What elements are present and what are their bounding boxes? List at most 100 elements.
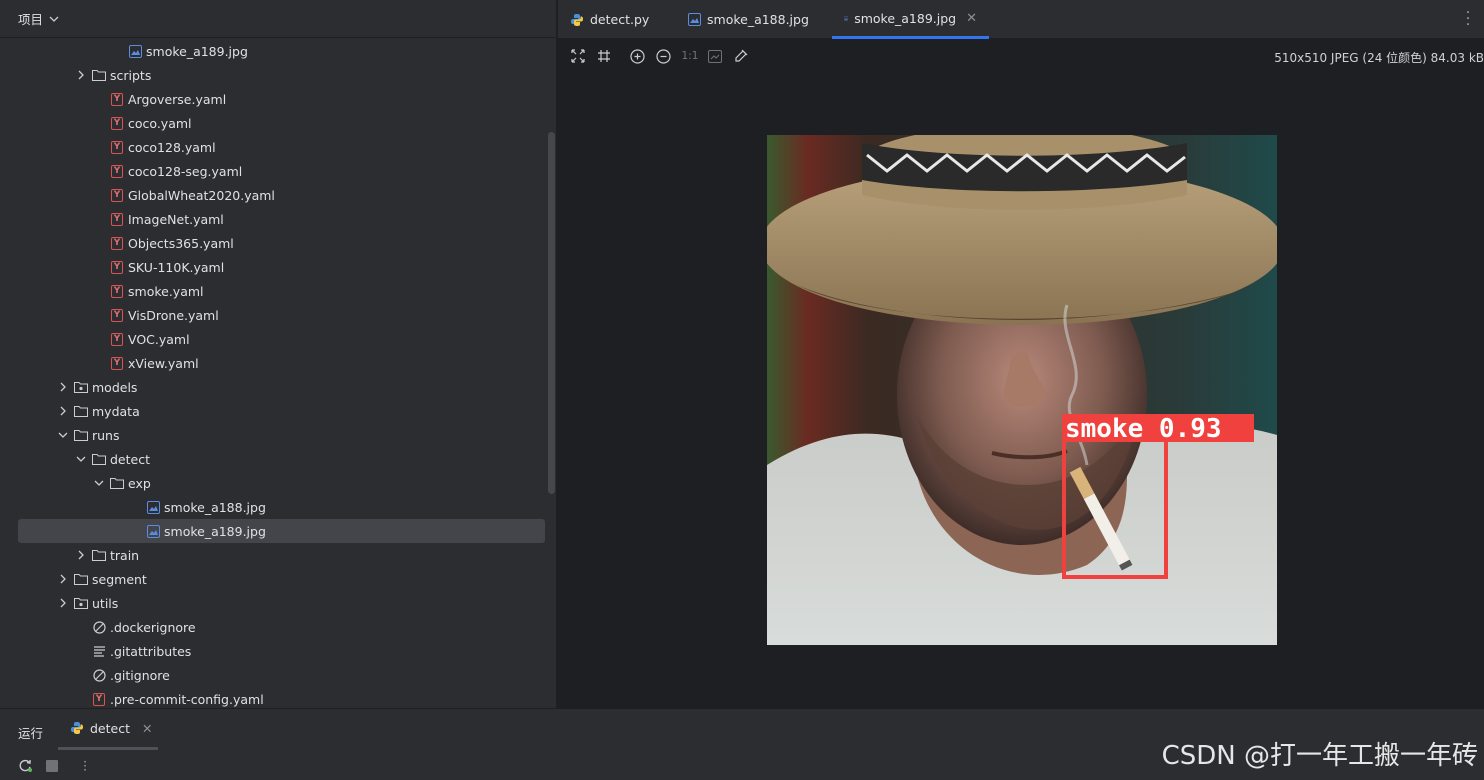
stop-icon[interactable] bbox=[45, 759, 59, 773]
tree-scrollbar[interactable] bbox=[548, 132, 555, 494]
project-panel: 项目 smoke_a189.jpg scripts Y Argoverse.yaml Y… bbox=[0, 0, 557, 708]
tab-smoke-a188[interactable]: smoke_a188.jpg bbox=[676, 0, 821, 39]
text-file-icon bbox=[92, 644, 106, 658]
chevron-down-icon[interactable] bbox=[74, 452, 88, 466]
image-file-icon bbox=[844, 15, 849, 21]
tree-item[interactable]: Ycoco128-seg.yaml bbox=[0, 159, 548, 183]
yaml-file-icon: Y bbox=[110, 188, 124, 202]
yaml-file-icon: Y bbox=[110, 332, 124, 346]
tree-item[interactable]: utils bbox=[0, 591, 548, 615]
tree-item-label: VisDrone.yaml bbox=[128, 307, 219, 323]
image-canvas[interactable]: smoke 0.93 bbox=[558, 72, 1484, 708]
folder-icon bbox=[74, 428, 88, 442]
tree-item[interactable]: .gitattributes bbox=[0, 639, 548, 663]
chevron-down-icon[interactable] bbox=[56, 428, 70, 442]
close-icon[interactable]: ✕ bbox=[966, 11, 977, 26]
tree-item[interactable]: smoke_a189.jpg bbox=[0, 39, 548, 63]
tree-item[interactable]: exp bbox=[0, 471, 548, 495]
tree-item[interactable]: segment bbox=[0, 567, 548, 591]
tree-item[interactable]: Ycoco.yaml bbox=[0, 111, 548, 135]
tree-item[interactable]: scripts bbox=[0, 63, 548, 87]
tree-item-label: mydata bbox=[92, 403, 140, 419]
project-panel-header[interactable]: 项目 bbox=[0, 0, 556, 38]
chevron-right-icon[interactable] bbox=[74, 548, 88, 562]
zoom-in-icon[interactable] bbox=[629, 48, 645, 64]
tree-item-label: coco128-seg.yaml bbox=[128, 163, 243, 179]
yaml-file-icon: Y bbox=[110, 164, 124, 178]
yaml-file-icon: Y bbox=[110, 284, 124, 298]
folder-icon bbox=[110, 476, 124, 490]
ignore-file-icon bbox=[92, 668, 106, 682]
yaml-file-icon: Y bbox=[110, 116, 124, 130]
image-file-icon bbox=[146, 524, 160, 538]
fit-zoom-icon[interactable] bbox=[570, 48, 586, 64]
image-info: 510x510 JPEG (24 位颜色) 84.03 kB bbox=[1274, 51, 1484, 65]
tree-item[interactable]: Y SKU-110K.yaml bbox=[0, 255, 548, 279]
tree-item[interactable]: Y GlobalWheat2020.yaml bbox=[0, 183, 548, 207]
more-vertical-icon[interactable]: · · · bbox=[78, 756, 92, 776]
tree-item-label: utils bbox=[92, 595, 119, 611]
package-folder-icon bbox=[74, 380, 88, 394]
tree-item-label: segment bbox=[92, 571, 147, 587]
rerun-icon[interactable] bbox=[18, 759, 32, 773]
chevron-right-icon[interactable] bbox=[56, 596, 70, 610]
tree-item[interactable]: Y VOC.yaml bbox=[0, 327, 548, 351]
tree-item[interactable]: Y VisDrone.yaml bbox=[0, 303, 548, 327]
tab-detect-py[interactable]: detect.py bbox=[558, 0, 661, 39]
more-vertical-icon[interactable]: · · · bbox=[1460, 6, 1476, 32]
tree-item[interactable]: smoke_a189.jpg bbox=[18, 519, 545, 543]
chevron-right-icon[interactable] bbox=[74, 68, 88, 82]
tree-item[interactable]: .dockerignore bbox=[0, 615, 548, 639]
actual-size-button[interactable]: 1:1 bbox=[680, 48, 700, 64]
tree-item[interactable]: Y ImageNet.yaml bbox=[0, 207, 548, 231]
yaml-file-icon: Y bbox=[110, 92, 124, 106]
tree-item[interactable]: Y Objects365.yaml bbox=[0, 231, 548, 255]
chevron-right-icon[interactable] bbox=[56, 404, 70, 418]
project-tree: smoke_a189.jpg scripts Y Argoverse.yaml Ycoc… bbox=[0, 39, 548, 708]
tree-item[interactable]: YxView.yaml bbox=[0, 351, 548, 375]
package-folder-icon bbox=[74, 596, 88, 610]
chevron-down-icon[interactable] bbox=[49, 14, 59, 24]
color-picker-icon[interactable] bbox=[733, 48, 749, 64]
chevron-right-icon[interactable] bbox=[56, 572, 70, 586]
tree-item[interactable]: Ysmoke.yaml bbox=[0, 279, 548, 303]
folder-icon bbox=[92, 452, 106, 466]
tree-item[interactable]: runs bbox=[0, 423, 548, 447]
background-icon[interactable] bbox=[707, 48, 723, 64]
folder-icon bbox=[74, 404, 88, 418]
tree-item-label: runs bbox=[92, 427, 120, 443]
tree-item-label: train bbox=[110, 547, 140, 563]
tree-item-label: scripts bbox=[110, 67, 152, 83]
tree-item-label: smoke_a189.jpg bbox=[164, 523, 266, 539]
tree-item-label: coco.yaml bbox=[128, 115, 192, 131]
ignore-file-icon bbox=[92, 620, 106, 634]
tree-item-label: smoke_a189.jpg bbox=[146, 43, 248, 59]
run-tab-label: detect bbox=[90, 720, 130, 736]
close-icon[interactable]: ✕ bbox=[142, 721, 152, 736]
tree-item[interactable]: Ycoco128.yaml bbox=[0, 135, 548, 159]
tree-item[interactable]: models bbox=[0, 375, 548, 399]
watermark: CSDN @打一年工搬一年砖 bbox=[1161, 741, 1478, 771]
photo-smoke-a189: smoke 0.93 bbox=[767, 135, 1277, 645]
tree-item[interactable]: smoke_a188.jpg bbox=[0, 495, 548, 519]
chevron-right-icon[interactable] bbox=[56, 380, 70, 394]
tree-item-label: ImageNet.yaml bbox=[128, 211, 224, 227]
image-file-icon bbox=[688, 13, 701, 26]
run-panel-title[interactable]: 运行 bbox=[18, 723, 43, 742]
tab-smoke-a189[interactable]: smoke_a189.jpg ✕ bbox=[832, 0, 989, 39]
tree-item-label: Objects365.yaml bbox=[128, 235, 234, 251]
chevron-down-icon[interactable] bbox=[92, 476, 106, 490]
tree-item-label: exp bbox=[128, 475, 151, 491]
run-tab-detect[interactable]: detect ✕ bbox=[58, 709, 158, 750]
tree-item-label: detect bbox=[110, 451, 150, 467]
tab-label: smoke_a189.jpg bbox=[854, 10, 957, 26]
grid-icon[interactable] bbox=[596, 48, 612, 64]
tree-item[interactable]: .gitignore bbox=[0, 663, 548, 687]
tree-item[interactable]: mydata bbox=[0, 399, 548, 423]
tree-item[interactable]: detect bbox=[0, 447, 548, 471]
tree-item[interactable]: train bbox=[0, 543, 548, 567]
tree-item[interactable]: Y Argoverse.yaml bbox=[0, 87, 548, 111]
zoom-out-icon[interactable] bbox=[655, 48, 671, 64]
tree-item[interactable]: Y .pre-commit-config.yaml bbox=[0, 687, 548, 708]
yaml-file-icon: Y bbox=[110, 260, 124, 274]
